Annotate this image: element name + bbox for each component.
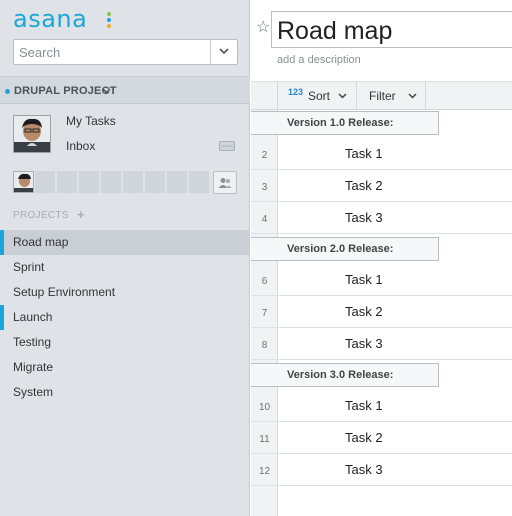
search-dropdown-button[interactable] [210,40,237,64]
task-row[interactable]: 10 Task 1 [251,390,512,422]
sidebar-item-migrate[interactable]: Migrate [0,355,250,380]
sort-label: Sort [308,89,331,103]
section-title: Version 2.0 Release: [287,243,394,255]
team-member-slot [167,171,188,193]
sidebar-item-label: Setup Environment [13,285,116,299]
task-name[interactable]: Task 3 [345,336,383,351]
sidebar-item-road-map[interactable]: Road map [0,230,250,255]
section-header[interactable]: Version 2.0 Release: [251,237,439,261]
row-number: 10 [258,402,271,413]
inbox-link[interactable]: Inbox [66,139,95,153]
task-row[interactable]: 7 Task 2 [251,296,512,328]
row-number: 4 [261,214,268,225]
team-member-slot [79,171,100,193]
chevron-down-icon [102,88,111,94]
row-number: 7 [261,308,268,319]
sort-button[interactable]: 123 Sort [278,82,357,109]
inbox-tray-icon[interactable] [219,141,235,151]
color-marker [0,305,4,330]
add-project-button[interactable]: + [77,208,85,221]
chevron-down-icon [408,93,417,99]
filter-button[interactable]: Filter [357,82,426,109]
description-field[interactable]: add a description [277,54,361,66]
sidebar-item-label: Testing [13,335,52,349]
logo-text: asana [13,5,88,33]
row-number: 6 [261,276,268,287]
section-header[interactable]: Version 1.0 Release: [251,111,439,135]
task-name[interactable]: Task 3 [345,462,383,477]
task-name[interactable]: Task 2 [345,178,383,193]
task-row[interactable]: 2 Task 1 [251,138,512,170]
people-icon [218,178,232,188]
sidebar-item-label: System [13,385,54,399]
page-title: Road map [277,17,393,45]
row-number: 3 [261,182,268,193]
section-title: Version 3.0 Release: [287,369,394,381]
sidebar-item-label: Sprint [13,260,45,274]
task-row[interactable]: 3 Task 2 [251,170,512,202]
project-title-field[interactable]: Road map [271,11,512,48]
star-icon[interactable]: ☆ [256,18,270,38]
sidebar: asana DRUPAL PROJECT My Ta [0,0,250,516]
chevron-down-icon [338,93,347,99]
filter-label: Filter [369,89,396,103]
team-member-slot [35,171,56,193]
team-members-button[interactable] [213,171,237,194]
team-member-slot [123,171,144,193]
sidebar-item-system[interactable]: System [0,380,250,405]
row-number: 11 [259,434,270,445]
row-number: 8 [261,340,268,351]
my-tasks-link[interactable]: My Tasks [66,114,116,128]
workspace-dot-icon [5,89,10,94]
chevron-down-icon [219,48,229,55]
team-members-strip [13,171,210,193]
task-name[interactable]: Task 1 [345,146,383,161]
team-member-slot [101,171,122,193]
sidebar-item-label: Migrate [13,360,54,374]
section-title: Version 1.0 Release: [287,117,394,129]
team-member-slot [189,171,210,193]
task-name[interactable]: Task 2 [345,304,383,319]
team-member-slot [57,171,78,193]
task-name[interactable]: Task 1 [345,272,383,287]
row-number: 2 [261,150,268,161]
task-row[interactable]: 8 Task 3 [251,328,512,360]
projects-header: PROJECTS [13,210,69,221]
task-name[interactable]: Task 3 [345,210,383,225]
sidebar-item-testing[interactable]: Testing [0,330,250,355]
section-header[interactable]: Version 3.0 Release: [251,363,439,387]
workspace-switcher[interactable]: DRUPAL PROJECT [0,77,250,104]
task-name[interactable]: Task 1 [345,398,383,413]
logo-dots-icon [107,12,111,28]
selected-indicator [0,230,4,255]
sidebar-item-sprint[interactable]: Sprint [0,255,250,280]
search-input[interactable] [14,40,209,64]
task-row[interactable]: 12 Task 3 [251,454,512,486]
toolbar-gutter [251,82,278,109]
search-box [13,39,238,65]
main-pane: ☆ Road map add a description 123 Sort Fi… [251,0,512,516]
team-member-avatar[interactable] [13,171,34,193]
task-name[interactable]: Task 2 [345,430,383,445]
sidebar-item-setup-environment[interactable]: Setup Environment [0,280,250,305]
user-photo-icon [14,116,50,152]
sidebar-item-label: Road map [13,235,69,249]
team-member-slot [145,171,166,193]
toolbar: 123 Sort Filter [251,81,512,110]
sidebar-item-launch[interactable]: Launch [0,305,250,330]
task-row[interactable]: 4 Task 3 [251,202,512,234]
sort-numeric-icon: 123 [288,87,304,97]
user-avatar[interactable] [13,115,51,153]
row-number: 12 [258,466,271,477]
task-row[interactable]: 11 Task 2 [251,422,512,454]
task-row[interactable]: 6 Task 1 [251,264,512,296]
asana-logo[interactable]: asana [13,5,87,33]
sidebar-item-label: Launch [13,310,53,324]
user-photo-icon [14,172,33,192]
